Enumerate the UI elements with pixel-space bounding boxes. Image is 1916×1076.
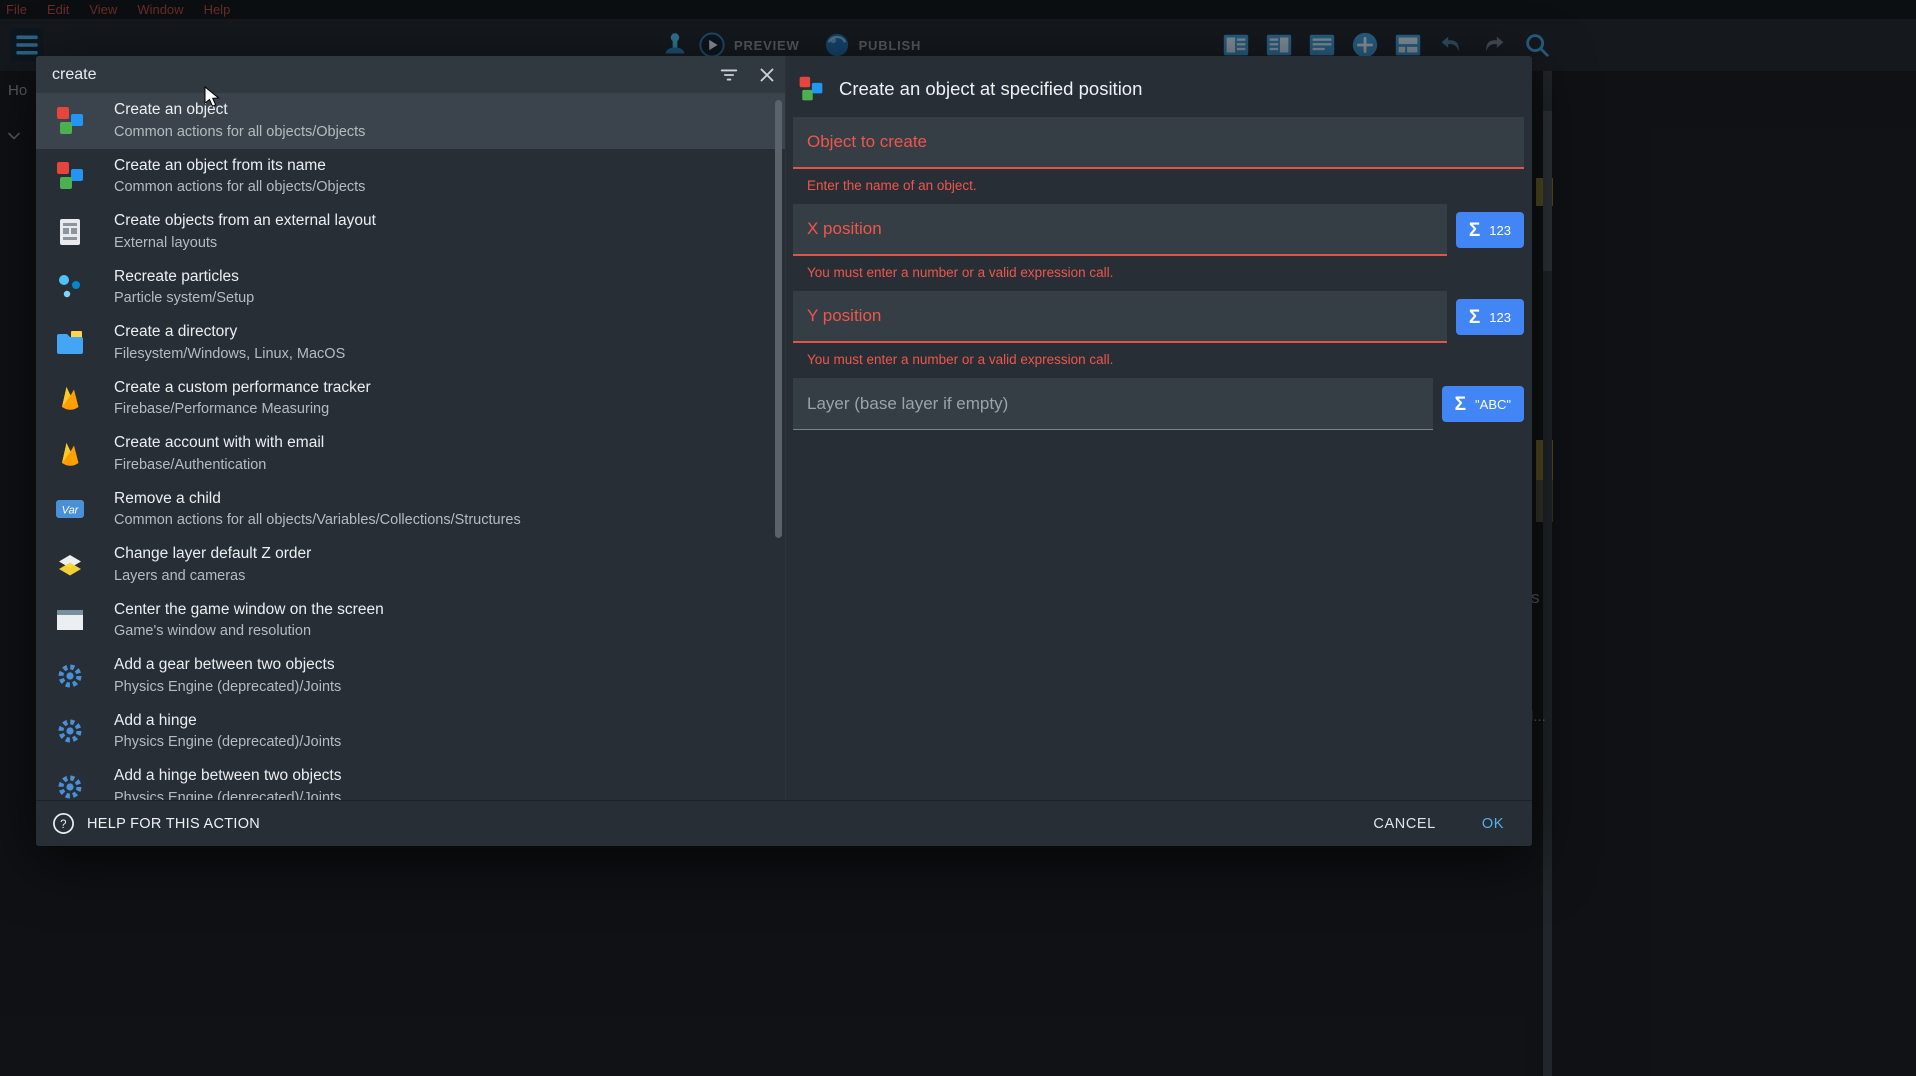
action-row[interactable]: Create an object from its nameCommon act… [36,149,785,205]
close-button[interactable] [753,61,781,89]
action-row[interactable]: Create a directoryFilesystem/Windows, Li… [36,315,785,371]
action-title: Create account with with email [114,432,324,454]
action-row[interactable]: Var Remove a childCommon actions for all … [36,482,785,538]
ok-button[interactable]: OK [1482,816,1504,832]
x-position-error-text: You must enter a number or a valid expre… [807,265,1524,280]
help-button-label: HELP FOR THIS ACTION [87,816,260,832]
dialog-footer: ? HELP FOR THIS ACTION CANCEL OK [36,800,1532,846]
help-button[interactable]: ? HELP FOR THIS ACTION [52,812,260,835]
folder-icon [54,327,86,359]
action-subtitle: Game's window and resolution [114,621,384,641]
layer-placeholder: Layer (base layer if empty) [807,394,1008,414]
variable-icon: Var [54,493,86,525]
physics-icon [54,715,86,747]
expression-button-label: 123 [1489,310,1511,325]
actions-search-panel: create Create an objectCommon actions fo… [36,56,786,800]
object-to-create-input[interactable]: Object to create [793,117,1524,169]
action-subtitle: Common actions for all objects/Objects [114,177,365,197]
action-row[interactable]: Create a custom performance trackerFireb… [36,371,785,427]
action-title: Create an object from its name [114,155,365,177]
action-subtitle: Physics Engine (deprecated)/Joints [114,788,342,800]
action-title: Recreate particles [114,266,254,288]
objects-icon [54,160,86,192]
y-position-placeholder: Y position [807,306,881,326]
detail-title: Create an object at specified position [839,78,1142,100]
expression-button-label: 123 [1489,223,1511,238]
action-subtitle: Firebase/Performance Measuring [114,399,371,419]
action-title: Center the game window on the screen [114,599,384,621]
action-subtitle: Physics Engine (deprecated)/Joints [114,732,341,752]
expression-button-label: "ABC" [1475,397,1511,412]
actions-list: Create an objectCommon actions for all o… [36,93,785,800]
sigma-icon: Σ [1455,395,1466,414]
object-to-create-placeholder: Object to create [807,132,927,152]
y-position-error-text: You must enter a number or a valid expre… [807,352,1524,367]
action-subtitle: Particle system/Setup [114,288,254,308]
action-row[interactable]: Center the game window on the screenGame… [36,593,785,649]
action-subtitle: Physics Engine (deprecated)/Joints [114,677,341,697]
action-title: Create an object [114,99,365,121]
action-detail-panel: Create an object at specified position O… [786,56,1532,800]
layer-expression-button[interactable]: Σ "ABC" [1442,386,1524,422]
objects-icon [54,105,86,137]
action-subtitle: Firebase/Authentication [114,455,324,475]
help-icon: ? [52,812,75,835]
cancel-button[interactable]: CANCEL [1373,816,1435,832]
action-title: Create objects from an external layout [114,210,376,232]
action-title: Create a directory [114,321,345,343]
layers-icon [54,549,86,581]
y-position-expression-button[interactable]: Σ 123 [1456,299,1524,335]
search-input[interactable]: create [52,66,705,84]
action-row[interactable]: Add a hinge between two objectsPhysics E… [36,759,785,800]
action-title: Change layer default Z order [114,543,311,565]
action-row[interactable]: Create account with with emailFirebase/A… [36,426,785,482]
instruction-editor-dialog: create Create an objectCommon actions fo… [36,56,1532,846]
action-subtitle: External layouts [114,233,376,253]
svg-text:Var: Var [62,505,80,517]
window-icon [54,604,86,636]
x-position-expression-button[interactable]: Σ 123 [1456,212,1524,248]
action-row[interactable]: Recreate particlesParticle system/Setup [36,260,785,316]
y-position-input[interactable]: Y position [793,291,1447,343]
action-row[interactable]: Change layer default Z orderLayers and c… [36,537,785,593]
action-subtitle: Filesystem/Windows, Linux, MacOS [114,344,345,364]
action-row[interactable]: Add a hingePhysics Engine (deprecated)/J… [36,704,785,760]
sigma-icon: Σ [1469,308,1480,327]
x-position-placeholder: X position [807,219,882,239]
action-title: Remove a child [114,488,521,510]
firebase-icon [54,382,86,414]
object-helper-text: Enter the name of an object. [807,178,1524,193]
action-title: Add a hinge [114,710,341,732]
x-position-input[interactable]: X position [793,204,1447,256]
action-subtitle: Common actions for all objects/Objects [114,122,365,142]
physics-icon [54,660,86,692]
filter-button[interactable] [715,61,743,89]
objects-icon [797,75,825,103]
action-row[interactable]: Create an objectCommon actions for all o… [36,93,785,149]
list-scrollbar[interactable] [775,100,782,538]
svg-text:?: ? [60,819,67,831]
search-bar: create [36,56,785,93]
action-title: Add a hinge between two objects [114,765,342,787]
particles-icon [54,271,86,303]
action-subtitle: Common actions for all objects/Variables… [114,510,521,530]
action-subtitle: Layers and cameras [114,566,311,586]
layer-input[interactable]: Layer (base layer if empty) [793,378,1433,430]
firebase-icon [54,438,86,470]
sigma-icon: Σ [1469,221,1480,240]
action-title: Create a custom performance tracker [114,377,371,399]
action-row[interactable]: Add a gear between two objectsPhysics En… [36,648,785,704]
action-title: Add a gear between two objects [114,654,341,676]
external-layout-icon [54,216,86,248]
physics-icon [54,771,86,800]
action-row[interactable]: Create objects from an external layoutEx… [36,204,785,260]
